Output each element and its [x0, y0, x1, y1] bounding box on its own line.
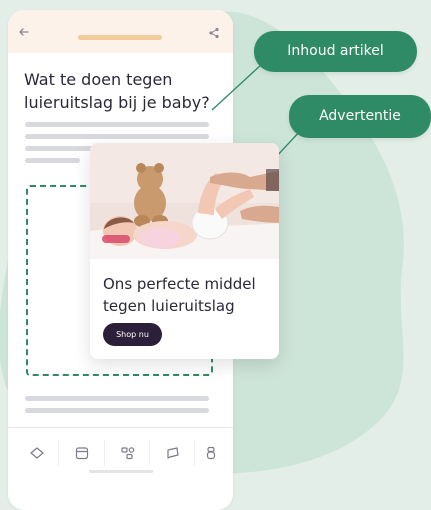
chat-icon — [167, 447, 179, 459]
callout-advertisement: Advertentie — [289, 95, 431, 138]
baby-bottle-icon — [206, 446, 216, 460]
text-placeholder-line — [25, 134, 209, 139]
calendar-icon — [75, 447, 89, 460]
browser-top-bar — [8, 10, 233, 53]
tools-icon — [121, 447, 135, 460]
home-indicator — [89, 470, 153, 473]
baby-photo — [90, 143, 279, 259]
text-placeholder-line — [25, 158, 80, 163]
text-placeholder-line — [25, 122, 209, 127]
text-placeholder-line — [25, 396, 209, 401]
arrow-left-icon[interactable] — [17, 25, 31, 39]
ad-card[interactable]: Ons perfecte middel tegen luieruitslag S… — [90, 143, 279, 359]
callout-article-content: Inhoud artikel — [254, 31, 417, 72]
share-icon[interactable] — [207, 26, 221, 40]
home-icon — [30, 447, 44, 459]
nav-item-home[interactable] — [14, 428, 58, 478]
article-headline: Wat te doen tegen luieruitslag bij je ba… — [24, 70, 210, 112]
ad-title: Ons perfecte middel tegen luieruitslag — [103, 275, 256, 315]
nav-item-bottle[interactable] — [188, 428, 232, 478]
url-bar[interactable] — [78, 35, 162, 40]
text-placeholder-line — [25, 408, 209, 413]
shop-now-button[interactable]: Shop nu — [103, 323, 162, 346]
